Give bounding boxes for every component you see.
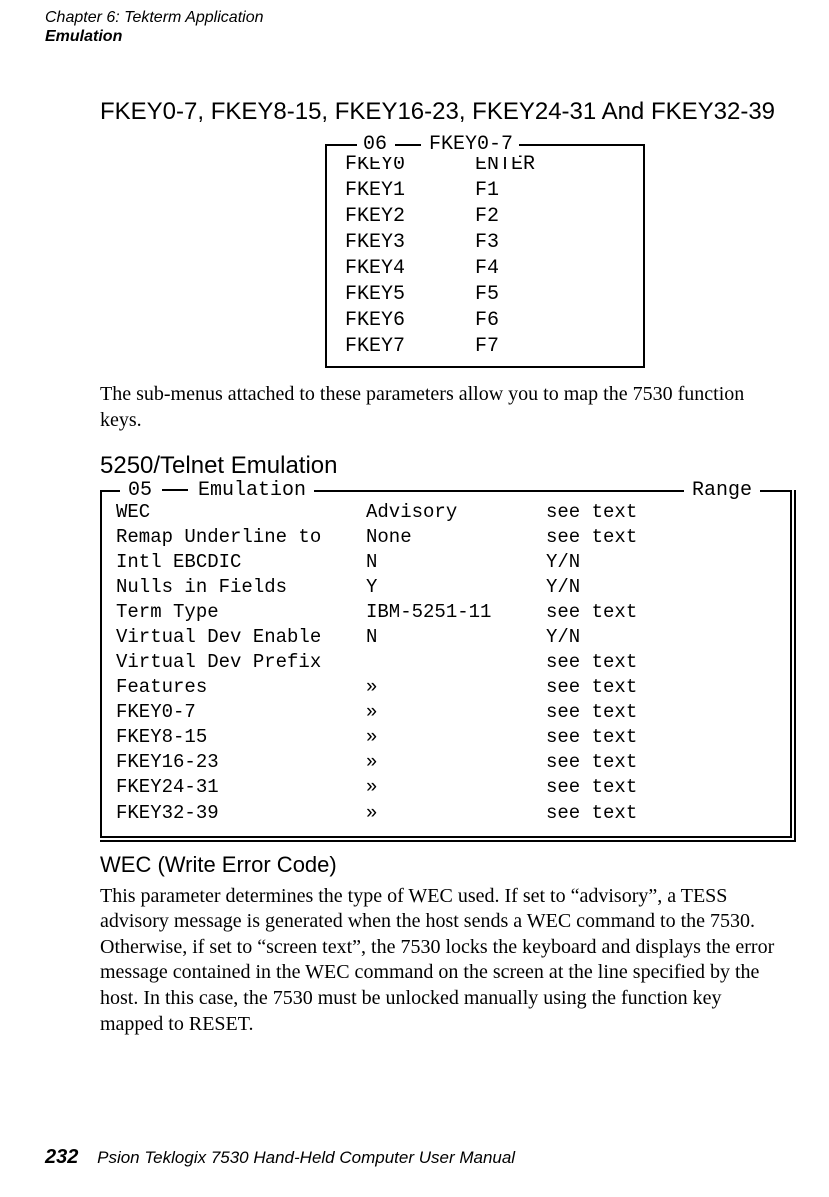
dash-icon [162, 489, 188, 491]
section-label: Emulation [45, 27, 784, 46]
table-row: FKEY3F3 [345, 230, 625, 256]
emul-range-label: Range [684, 478, 760, 503]
table-row: FKEY4F4 [345, 256, 625, 282]
heading-fkey: FKEY0-7, FKEY8-15, FKEY16-23, FKEY24-31 … [100, 98, 784, 126]
para-fkey: The sub-menus attached to these paramete… [100, 382, 784, 433]
table-row: FKEY32-39»see text [116, 801, 776, 826]
running-header: Chapter 6: Tekterm Application Emulation [45, 0, 784, 46]
table-row: Nulls in FieldsYY/N [116, 575, 776, 600]
table-row: Virtual Dev Prefixsee text [116, 650, 776, 675]
table-row: FKEY16-23»see text [116, 750, 776, 775]
table-row: FKEY24-31»see text [116, 775, 776, 800]
footer-title: Psion Teklogix 7530 Hand-Held Computer U… [97, 1148, 515, 1167]
table-row: WECAdvisorysee text [116, 500, 776, 525]
table-row: FKEY0-7»see text [116, 700, 776, 725]
emul-title: Emulation [198, 478, 306, 503]
heading-wec: WEC (Write Error Code) [100, 852, 784, 878]
fkey-box-name: FKEY0-7 [429, 132, 513, 157]
table-row: Remap Underline toNonesee text [116, 525, 776, 550]
fkey-box: 06 FKEY0-7 FKEY0ENTER FKEY1F1 FKEY2F2 FK… [325, 144, 645, 368]
table-row: Term TypeIBM-5251-11see text [116, 600, 776, 625]
table-row: FKEY8-15»see text [116, 725, 776, 750]
fkey-box-title: 06 FKEY0-7 [357, 132, 519, 157]
frame-right-rule [794, 490, 796, 842]
emulation-box: 05 Emulation Range WECAdvisorysee text R… [100, 490, 792, 838]
para-wec: This parameter determines the type of WE… [100, 884, 784, 1038]
table-row: FKEY7F7 [345, 334, 625, 360]
table-row: Intl EBCDICNY/N [116, 550, 776, 575]
fkey-box-num: 06 [363, 132, 387, 157]
page-footer: 232 Psion Teklogix 7530 Hand-Held Comput… [45, 1146, 515, 1169]
table-row: FKEY1F1 [345, 178, 625, 204]
table-row: Virtual Dev EnableNY/N [116, 625, 776, 650]
table-row: FKEY2F2 [345, 204, 625, 230]
table-row: FKEY5F5 [345, 282, 625, 308]
dash-icon [395, 144, 421, 146]
chapter-label: Chapter 6: Tekterm Application [45, 8, 784, 27]
page-number: 232 [45, 1146, 78, 1168]
fkey-table: FKEY0ENTER FKEY1F1 FKEY2F2 FKEY3F3 FKEY4… [345, 152, 625, 360]
table-row: FKEY6F6 [345, 308, 625, 334]
emul-num: 05 [128, 478, 152, 503]
frame-bottom-rule [100, 840, 796, 842]
heading-5250: 5250/Telnet Emulation [100, 452, 784, 480]
emul-title-left: 05 Emulation [120, 478, 314, 503]
table-row: Features»see text [116, 675, 776, 700]
